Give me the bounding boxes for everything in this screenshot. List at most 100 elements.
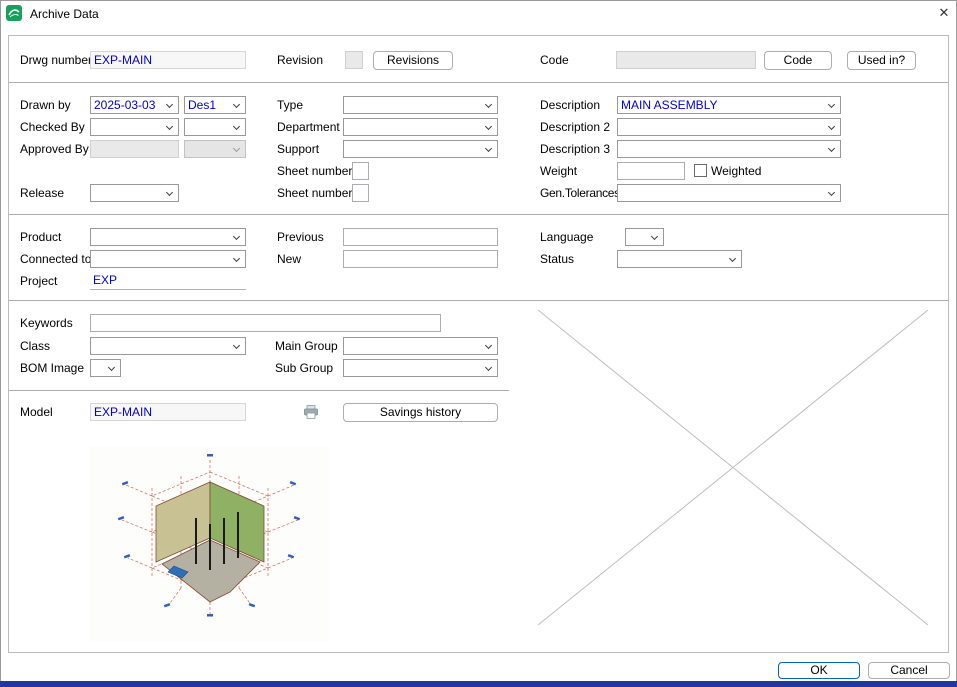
image-preview-placeholder: [538, 310, 928, 625]
ok-button[interactable]: OK: [778, 662, 860, 679]
class-label: Class: [20, 337, 50, 355]
connected-to-combo[interactable]: [90, 250, 246, 268]
separator-2: [9, 214, 948, 215]
sub-group-label: Sub Group: [275, 359, 333, 377]
sub-group-combo[interactable]: [343, 359, 498, 377]
new-label: New: [277, 250, 301, 268]
revisions-button[interactable]: Revisions: [373, 51, 453, 70]
printer-icon[interactable]: [303, 403, 319, 421]
approved-by-label: Approved By: [20, 140, 89, 158]
language-label: Language: [540, 228, 593, 246]
main-group-combo[interactable]: [343, 337, 498, 355]
product-combo[interactable]: [90, 228, 246, 246]
language-combo[interactable]: [625, 228, 664, 246]
status-combo[interactable]: [617, 250, 742, 268]
sheet-number-label: Sheet number: [277, 162, 352, 180]
weighted-checkbox[interactable]: [694, 164, 707, 177]
connected-to-label: Connected to: [20, 250, 91, 268]
title-bar: Archive Data ✕: [0, 0, 957, 28]
code-label: Code: [540, 51, 569, 69]
gen-tolerances-label: Gen.Tolerances: [540, 184, 620, 202]
weight-field[interactable]: [617, 162, 685, 180]
separator-1: [9, 82, 948, 83]
chevron-down-icon: [485, 101, 492, 108]
placeholder-cross-icon: [538, 310, 928, 625]
chevron-down-icon: [233, 233, 240, 240]
checked-by-date-combo[interactable]: [90, 118, 179, 136]
chevron-down-icon: [233, 145, 240, 152]
checked-by-designer-combo[interactable]: [184, 118, 246, 136]
drawn-by-designer-value: Des1: [188, 98, 216, 112]
release-label: Release: [20, 184, 64, 202]
type-label: Type: [277, 96, 303, 114]
drawn-by-label: Drawn by: [20, 96, 71, 114]
checked-by-label: Checked By: [20, 118, 85, 136]
used-in-button[interactable]: Used in?: [847, 51, 916, 70]
model-field[interactable]: EXP-MAIN: [90, 403, 246, 421]
chevron-down-icon: [828, 123, 835, 130]
description-value: MAIN ASSEMBLY: [621, 98, 717, 112]
product-label: Product: [20, 228, 61, 246]
department-combo[interactable]: [343, 118, 498, 136]
bom-image-label: BOM Image: [20, 359, 84, 377]
code-button[interactable]: Code: [764, 51, 832, 70]
chevron-down-icon: [485, 342, 492, 349]
chevron-down-icon: [166, 123, 173, 130]
description3-combo[interactable]: [617, 140, 841, 158]
type-combo[interactable]: [343, 96, 498, 114]
support-combo[interactable]: [343, 140, 498, 158]
drawn-by-designer-combo[interactable]: Des1: [184, 96, 246, 114]
new-field[interactable]: [343, 250, 498, 268]
keywords-field[interactable]: [90, 314, 441, 332]
main-group-label: Main Group: [275, 337, 338, 355]
drawn-by-date-combo[interactable]: 2025-03-03: [90, 96, 179, 114]
model-label: Model: [20, 403, 53, 421]
support-label: Support: [277, 140, 319, 158]
model-3d-view-icon: [90, 446, 330, 641]
previous-label: Previous: [277, 228, 324, 246]
chevron-down-icon: [729, 255, 736, 262]
chevron-down-icon: [828, 101, 835, 108]
savings-history-button[interactable]: Savings history: [343, 403, 498, 422]
cancel-button[interactable]: Cancel: [868, 662, 950, 679]
chevron-down-icon: [485, 123, 492, 130]
model-thumbnail: [90, 446, 330, 641]
keywords-label: Keywords: [20, 314, 73, 332]
chevron-down-icon: [233, 342, 240, 349]
approved-by-designer-combo[interactable]: [184, 140, 246, 158]
sheet-numbers-label: Sheet numbers: [277, 184, 358, 202]
release-combo[interactable]: [90, 184, 179, 202]
status-label: Status: [540, 250, 574, 268]
chevron-down-icon: [651, 233, 658, 240]
drwg-number-field[interactable]: EXP-MAIN: [90, 51, 246, 69]
window-title: Archive Data: [30, 7, 99, 21]
separator-4: [9, 390, 509, 391]
sheet-numbers-field[interactable]: [352, 184, 369, 202]
chevron-down-icon: [166, 101, 173, 108]
project-field[interactable]: EXP: [90, 272, 246, 290]
weight-label: Weight: [540, 162, 577, 180]
description-combo[interactable]: MAIN ASSEMBLY: [617, 96, 841, 114]
code-field[interactable]: [616, 51, 756, 69]
project-label: Project: [20, 272, 57, 290]
previous-field[interactable]: [343, 228, 498, 246]
description-label: Description: [540, 96, 600, 114]
bom-image-combo[interactable]: [90, 359, 121, 377]
description2-label: Description 2: [540, 118, 610, 136]
gen-tolerances-combo[interactable]: [617, 184, 841, 202]
revision-field[interactable]: [345, 51, 363, 69]
separator-3: [9, 300, 948, 301]
app-icon: [6, 5, 22, 21]
sheet-number-field[interactable]: [352, 162, 369, 180]
approved-by-date-field[interactable]: [90, 140, 179, 158]
department-label: Department: [277, 118, 340, 136]
class-combo[interactable]: [90, 337, 246, 355]
description2-combo[interactable]: [617, 118, 841, 136]
chevron-down-icon: [233, 123, 240, 130]
close-icon[interactable]: ✕: [934, 3, 954, 23]
description3-label: Description 3: [540, 140, 610, 158]
chevron-down-icon: [166, 189, 173, 196]
chevron-down-icon: [108, 364, 115, 371]
revision-label: Revision: [277, 51, 323, 69]
drawn-by-date-value: 2025-03-03: [94, 98, 155, 112]
